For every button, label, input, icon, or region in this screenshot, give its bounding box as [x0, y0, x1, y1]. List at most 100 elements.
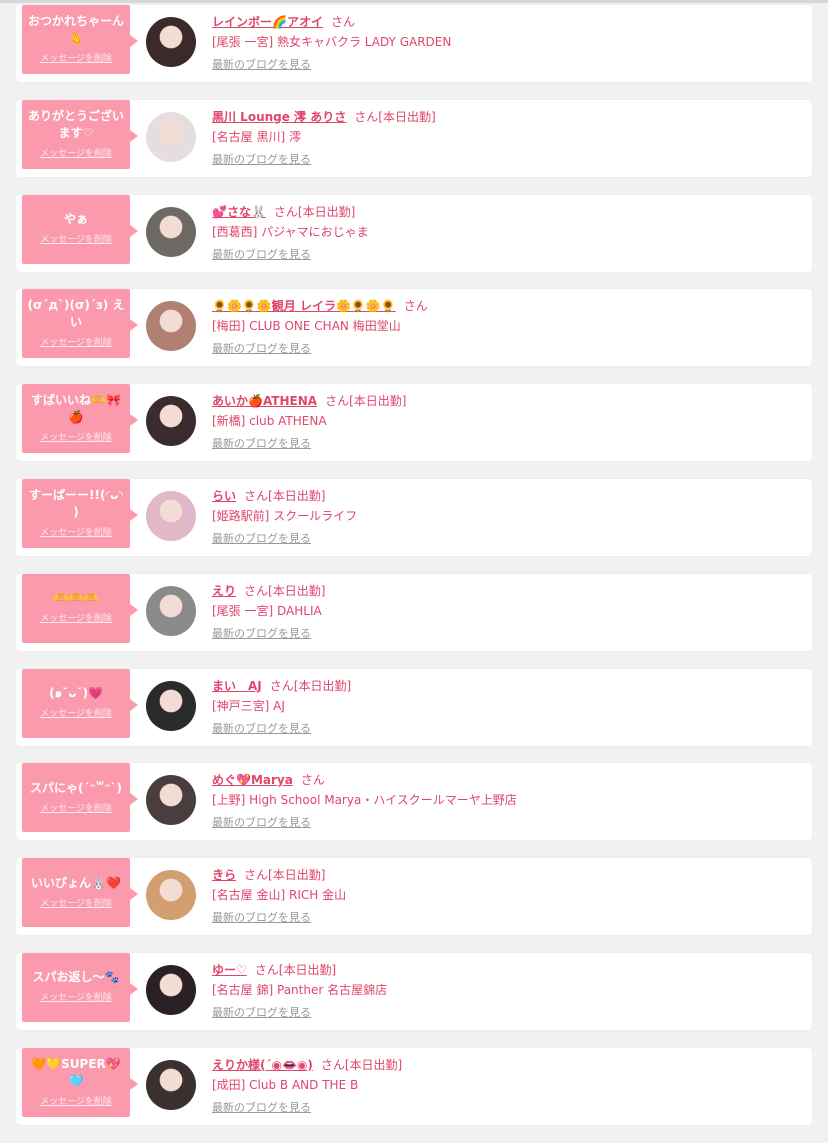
sender-name-link[interactable]: めぐ💖Marya	[212, 773, 293, 787]
sender-name-link[interactable]: ゆー♡	[212, 963, 247, 977]
avatar[interactable]	[146, 680, 196, 731]
work-status: [本日出勤]	[268, 868, 326, 883]
message-text: やぁ	[63, 212, 88, 227]
avatar[interactable]	[146, 111, 196, 162]
sender-name-link[interactable]: らい	[212, 489, 236, 503]
view-blog-link[interactable]: 最新のブログを見る	[212, 53, 311, 73]
message-card: 🧡💛SUPER💖🩵 メッセージを削除 えりか様(´◉👄◉) さん[本日出勤] [成…	[16, 1047, 812, 1125]
sender-line: えりか様(´◉👄◉) さん[本日出勤]	[212, 1054, 802, 1074]
view-blog-link[interactable]: 最新のブログを見る	[212, 1096, 311, 1116]
delete-message-link[interactable]: メッセージを削除	[40, 146, 112, 159]
sender-name-link[interactable]: きら	[212, 868, 236, 882]
shop-name: [尾張 一宮] 熟女キャバクラ LADY GARDEN	[212, 35, 452, 49]
avatar[interactable]	[146, 585, 196, 636]
sender-line: めぐ💖Marya さん	[212, 769, 802, 789]
sender-info: めぐ💖Marya さん [上野] High School Marya・ハイスクール…	[212, 769, 802, 831]
top-border	[0, 0, 828, 3]
avatar[interactable]	[146, 775, 196, 826]
view-blog-link[interactable]: 最新のブログを見る	[212, 906, 311, 926]
sender-line: レインボー🌈アオイ さん	[212, 11, 802, 31]
work-status: [本日出勤]	[378, 109, 436, 124]
work-status: [本日出勤]	[297, 204, 356, 219]
work-status: [本日出勤]	[349, 394, 407, 409]
delete-message-link[interactable]: メッセージを削除	[40, 990, 112, 1003]
avatar[interactable]	[146, 490, 196, 541]
message-bubble: やぁ メッセージを削除	[22, 194, 138, 264]
message-card: すばいいね🫶🎀🍎 メッセージを削除 あいか🍎ATHENA さん[本日出勤] [新橋…	[16, 384, 812, 462]
message-text: 🧡💛SUPER💖🩵	[31, 1056, 121, 1088]
sender-info: 💕さな🐰 さん[本日出勤] [西葛西] パジャマにおじゃま 最新のブログを見る	[212, 201, 802, 263]
shop-name: [名古屋 黒川] 澪	[212, 129, 301, 144]
message-text: すばいいね🫶🎀🍎	[31, 393, 121, 425]
shop-name: [名古屋 錦] Panther 名古屋錦店	[212, 982, 388, 997]
message-bubble: ありがとうございます♡ メッセージを削除	[22, 99, 138, 169]
delete-message-link[interactable]: メッセージを削除	[40, 335, 112, 348]
message-card: おつかれちゃーん🫰 メッセージを削除 レインボー🌈アオイ さん [尾張 一宮] 熟…	[16, 5, 812, 82]
sender-name-link[interactable]: まい AJ	[212, 679, 262, 693]
sender-info: 黒川 Lounge 澪 ありさ さん[本日出勤] [名古屋 黒川] 澪 最新のブロ…	[212, 106, 802, 168]
message-card: いいぴょん🐰❤️ メッセージを削除 きら さん[本日出勤] [名古屋 金山] RI…	[16, 858, 812, 936]
delete-message-link[interactable]: メッセージを削除	[40, 801, 112, 814]
honorific: さん	[269, 678, 294, 693]
view-blog-link[interactable]: 最新のブログを見る	[212, 243, 311, 263]
message-text: すーぱーー!!(◜ᴗ◝ )	[29, 487, 123, 519]
delete-message-link[interactable]: メッセージを削除	[40, 51, 112, 64]
honorific: さん	[244, 583, 269, 598]
message-card: やぁ メッセージを削除 💕さな🐰 さん[本日出勤] [西葛西] パジャマにおじゃま…	[16, 194, 812, 272]
delete-message-link[interactable]: メッセージを削除	[40, 611, 112, 624]
avatar[interactable]	[146, 301, 196, 352]
sender-info: ゆー♡ さん[本日出勤] [名古屋 錦] Panther 名古屋錦店 最新のブログ…	[212, 959, 802, 1021]
honorific: さん	[325, 394, 350, 409]
avatar[interactable]	[146, 870, 196, 921]
message-bubble: スパにゃ(ˊᵔ꒳ᵔˋ) メッセージを削除	[22, 763, 138, 833]
avatar[interactable]	[146, 17, 196, 67]
sender-name-link[interactable]: 🌻🌼🌻🌼観月 レイラ🌼🌻🌼🌻	[212, 299, 396, 313]
view-blog-link[interactable]: 最新のブログを見る	[212, 527, 311, 547]
work-status: [本日出勤]	[268, 583, 326, 598]
delete-message-link[interactable]: メッセージを削除	[40, 430, 112, 443]
delete-message-link[interactable]: メッセージを削除	[40, 525, 112, 538]
delete-message-link[interactable]: メッセージを削除	[40, 232, 112, 245]
shop-name: [姫路駅前] スクールライフ	[212, 508, 358, 523]
delete-message-link[interactable]: メッセージを削除	[40, 1094, 112, 1107]
sender-line: 💕さな🐰 さん[本日出勤]	[212, 201, 802, 221]
message-text: (๑˘ᴗ˘)💗	[49, 686, 103, 701]
work-status: [本日出勤]	[278, 962, 337, 977]
view-blog-link[interactable]: 最新のブログを見る	[212, 148, 311, 168]
view-blog-link[interactable]: 最新のブログを見る	[212, 717, 311, 737]
honorific: さん	[244, 868, 269, 883]
message-text: スパお返し〜🐾	[32, 970, 120, 985]
shop-name: [梅田] CLUB ONE CHAN 梅田堂山	[212, 319, 401, 334]
sender-name-link[interactable]: 💕さな🐰	[212, 205, 266, 219]
sender-name-link[interactable]: レインボー🌈アオイ	[212, 15, 323, 29]
avatar[interactable]	[146, 206, 196, 257]
message-bubble: おつかれちゃーん🫰 メッセージを削除	[22, 5, 138, 74]
message-text: 🫶🫶🫶	[53, 591, 99, 606]
delete-message-link[interactable]: メッセージを削除	[40, 706, 112, 719]
view-blog-link[interactable]: 最新のブログを見る	[212, 432, 311, 452]
shop-name: [上野] High School Marya・ハイスクールマーヤ上野店	[212, 793, 517, 808]
message-text: ありがとうございます♡	[27, 108, 124, 140]
avatar[interactable]	[146, 1059, 196, 1110]
sender-info: 🌻🌼🌻🌼観月 レイラ🌼🌻🌼🌻 さん [梅田] CLUB ONE CHAN 梅田堂山…	[212, 295, 802, 357]
delete-message-link[interactable]: メッセージを削除	[40, 896, 112, 909]
message-list: おつかれちゃーん🫰 メッセージを削除 レインボー🌈アオイ さん [尾張 一宮] 熟…	[16, 5, 812, 1143]
sender-line: 黒川 Lounge 澪 ありさ さん[本日出勤]	[212, 106, 802, 126]
avatar[interactable]	[146, 964, 196, 1015]
sender-info: らい さん[本日出勤] [姫路駅前] スクールライフ 最新のブログを見る	[212, 485, 802, 547]
shop-name: [神戸三宮] AJ	[212, 698, 285, 713]
work-status: [本日出勤]	[344, 1057, 403, 1072]
honorific: さん	[354, 109, 379, 124]
sender-name-link[interactable]: 黒川 Lounge 澪 ありさ	[212, 110, 346, 124]
sender-name-link[interactable]: あいか🍎ATHENA	[212, 394, 317, 408]
honorific: さん	[300, 773, 325, 788]
sender-name-link[interactable]: えり	[212, 584, 236, 598]
avatar[interactable]	[146, 396, 196, 447]
sender-line: 🌻🌼🌻🌼観月 レイラ🌼🌻🌼🌻 さん	[212, 295, 802, 315]
view-blog-link[interactable]: 最新のブログを見る	[212, 811, 311, 831]
sender-line: らい さん[本日出勤]	[212, 485, 802, 505]
view-blog-link[interactable]: 最新のブログを見る	[212, 1001, 311, 1021]
view-blog-link[interactable]: 最新のブログを見る	[212, 337, 311, 357]
sender-name-link[interactable]: えりか様(´◉👄◉)	[212, 1058, 313, 1072]
view-blog-link[interactable]: 最新のブログを見る	[212, 622, 311, 642]
